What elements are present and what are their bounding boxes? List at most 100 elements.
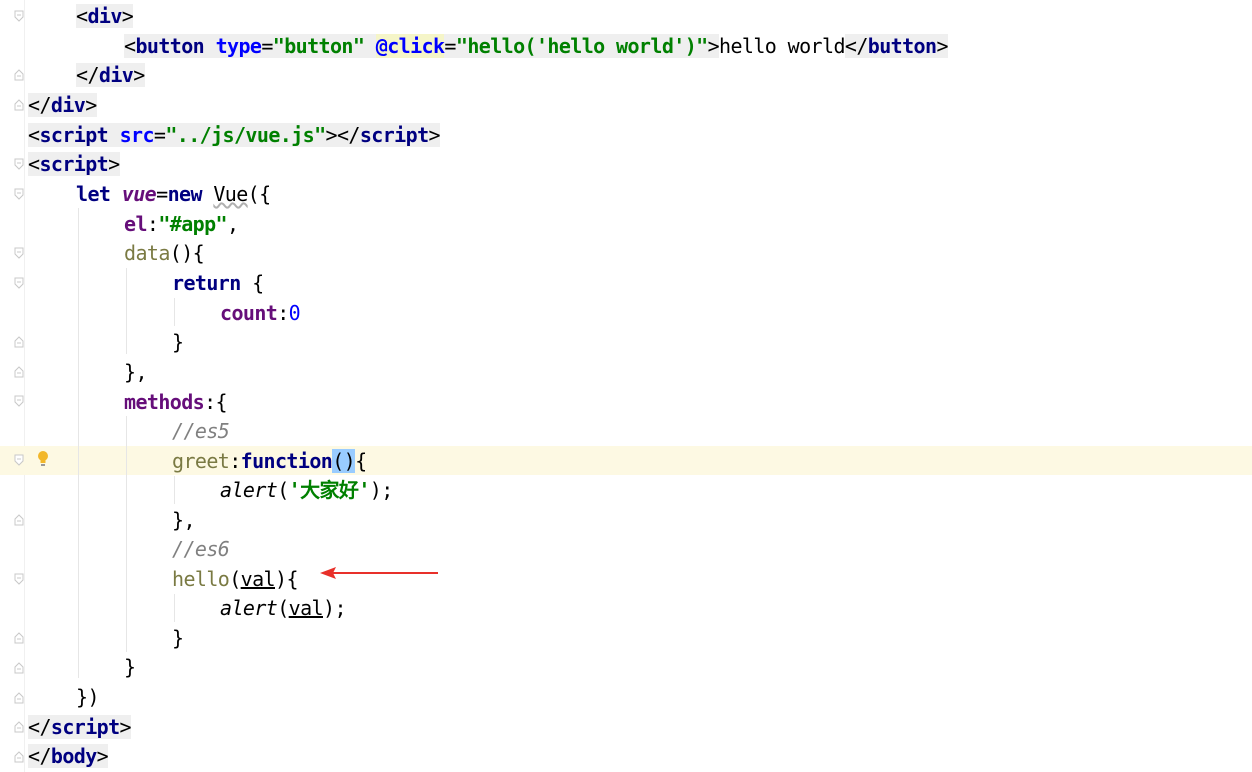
token: (){ [169,241,205,265]
code-line[interactable]: <button type="button" @click="hello('hel… [124,31,949,61]
token: data [124,241,170,265]
fold-open-icon[interactable] [13,573,25,585]
token: "#app" [158,212,227,236]
code-line[interactable]: //es6 [172,534,230,564]
red-arrow-annotation [320,567,438,579]
indent-guide [174,594,175,622]
fold-open-icon[interactable] [13,247,25,259]
fold-close-icon[interactable] [13,692,25,704]
token: </ [28,715,51,739]
code-line[interactable]: } [172,327,184,357]
code-line[interactable]: </body> [28,741,109,771]
token: = [153,123,166,147]
code-line[interactable]: }) [76,682,99,712]
code-line[interactable]: <script src="../js/vue.js"></script> [28,120,441,150]
token: div [87,4,122,28]
code-line[interactable]: } [124,652,136,682]
fold-close-icon[interactable] [13,69,25,81]
fold-open-icon[interactable] [13,395,25,407]
fold-open-icon[interactable] [13,277,25,289]
token: src [119,123,155,147]
token: '大家好' [288,478,371,502]
token: script [39,152,109,176]
code-line[interactable]: <div> [76,1,134,31]
code-line[interactable]: }, [172,505,195,535]
gutter-separator [24,0,25,772]
indent-guide [174,298,175,326]
token: greet [172,449,230,473]
token: methods [124,390,205,414]
code-line[interactable]: count:0 [220,298,301,328]
indent-guide [126,416,127,652]
token: }, [124,360,147,384]
fold-close-icon[interactable] [13,99,25,111]
indent-guide [126,268,127,354]
token: , [227,212,239,236]
token: div [98,63,134,87]
token: "../js/vue.js" [165,123,326,147]
code-line[interactable]: methods:{ [124,387,228,417]
code-line[interactable]: hello(val){ [172,564,298,594]
code-line[interactable]: } [172,623,184,653]
fold-close-icon[interactable] [13,514,25,526]
fold-close-icon[interactable] [13,632,25,644]
lightbulb-icon[interactable] [34,449,52,469]
token: return [172,271,241,295]
token: { [240,271,264,295]
fold-open-icon[interactable] [13,10,25,22]
token: < [28,123,40,147]
token: count [220,301,278,325]
brace-match: ( [332,449,344,473]
token: ){ [275,567,298,591]
code-line[interactable]: }, [124,357,147,387]
code-line[interactable]: data(){ [124,238,205,268]
code-line[interactable]: </script> [28,712,132,742]
token: hello world [719,34,845,58]
token: > [428,123,441,147]
code-line[interactable]: </div> [76,60,145,90]
token: : [229,449,241,473]
fold-close-icon[interactable] [13,366,25,378]
token: < [28,152,40,176]
code-line[interactable]: return { [172,268,264,298]
fold-close-icon[interactable] [13,751,25,763]
code-line[interactable]: el:"#app", [124,209,239,239]
token: > [936,34,948,58]
token: vue [121,182,157,206]
token: > [119,715,132,739]
token: "button" [272,34,365,58]
token: ></ [325,123,361,147]
code-line[interactable]: <script> [28,149,120,179]
code-line[interactable]: greet:function(){ [172,446,367,476]
fold-close-icon[interactable] [13,721,25,733]
token: hello [172,567,230,591]
code-line[interactable]: let vue=new Vue({ [76,179,271,209]
fold-open-icon[interactable] [13,454,25,466]
token: { [355,449,367,473]
fold-open-icon[interactable] [13,158,25,170]
token: > [108,152,120,176]
fold-open-icon[interactable] [13,188,25,200]
token: :{ [204,390,227,414]
code-line[interactable]: alert(val); [220,593,346,623]
token: > [96,744,109,768]
token: } [172,330,184,354]
token: </ [76,63,99,87]
token: 0 [288,301,301,325]
token: > [133,63,145,87]
token: > [121,4,134,28]
fold-close-icon[interactable] [13,336,25,348]
code-line[interactable]: alert('大家好'); [220,475,393,505]
token: script [359,123,429,147]
token: el [124,212,147,236]
token: > [707,34,720,58]
code-line[interactable]: </div> [28,90,97,120]
token: //es6 [172,537,230,561]
fold-close-icon[interactable] [13,662,25,674]
code-line[interactable]: //es5 [172,416,230,446]
token: </ [28,93,51,117]
code-editor[interactable]: <div> <button type="button" @click="hell… [0,0,1252,772]
